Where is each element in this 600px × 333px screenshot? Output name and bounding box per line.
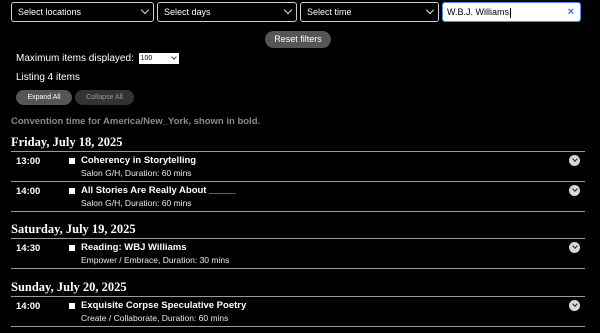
max-items-label: Maximum items displayed: xyxy=(16,53,134,65)
divider xyxy=(11,181,585,182)
item-time: 14:30 xyxy=(16,243,41,254)
chevron-down-icon xyxy=(170,54,177,60)
day-heading: Friday, July 18, 2025 xyxy=(11,135,123,149)
item-title[interactable]: All Stories Are Really About _____ xyxy=(81,185,236,196)
day-heading: Saturday, July 19, 2025 xyxy=(11,222,136,236)
item-time: 14:00 xyxy=(16,186,41,197)
max-items-value: 100 xyxy=(140,55,153,62)
collapse-all-button[interactable]: Collapse All xyxy=(75,90,134,105)
item-time: 13:00 xyxy=(16,156,41,167)
max-items-row: Maximum items displayed: 100 xyxy=(16,53,179,64)
divider xyxy=(11,296,585,297)
chevron-down-icon xyxy=(425,5,435,15)
filter-bar: Select locations Select days Select time… xyxy=(11,2,581,22)
days-select[interactable]: Select days xyxy=(157,2,297,22)
divider xyxy=(11,326,585,327)
reset-filters-button[interactable]: Reset filters xyxy=(265,31,331,48)
bookmark-checkbox[interactable] xyxy=(69,245,75,251)
clear-icon[interactable]: × xyxy=(568,3,574,21)
divider xyxy=(11,268,585,269)
text-cursor xyxy=(510,7,511,18)
item-location-duration: Empower / Embrace, Duration: 30 mins xyxy=(81,255,230,265)
divider xyxy=(11,211,585,212)
search-input-value: W.B.J. Williams xyxy=(447,7,509,17)
expand-chevron-icon[interactable] xyxy=(569,242,580,253)
item-title[interactable]: Reading: WBJ Williams xyxy=(81,242,186,253)
listing-count: Listing 4 items xyxy=(16,72,80,83)
expand-chevron-icon[interactable] xyxy=(569,300,580,311)
divider xyxy=(11,238,585,239)
locations-select[interactable]: Select locations xyxy=(11,2,154,22)
item-location-duration: Salon G/H, Duration: 60 mins xyxy=(81,198,192,208)
expand-chevron-icon[interactable] xyxy=(569,185,580,196)
days-select-label: Select days xyxy=(164,7,211,17)
max-items-select[interactable]: 100 xyxy=(138,53,179,64)
time-select[interactable]: Select time xyxy=(300,2,439,22)
bookmark-checkbox[interactable] xyxy=(69,158,75,164)
divider xyxy=(11,151,585,152)
item-location-duration: Salon G/H, Duration: 60 mins xyxy=(81,168,192,178)
expand-all-button[interactable]: Expand All xyxy=(16,90,72,105)
locations-select-label: Select locations xyxy=(18,7,82,17)
search-input[interactable]: W.B.J. Williams × xyxy=(442,2,581,22)
item-time: 14:00 xyxy=(16,301,41,312)
bookmark-checkbox[interactable] xyxy=(69,188,75,194)
bookmark-checkbox[interactable] xyxy=(69,303,75,309)
timezone-note: Convention time for America/New_York, sh… xyxy=(11,116,261,127)
item-title[interactable]: Coherency in Storytelling xyxy=(81,155,196,166)
item-title[interactable]: Exquisite Corpse Speculative Poetry xyxy=(81,300,246,311)
chevron-down-icon xyxy=(140,5,150,15)
item-location-duration: Create / Collaborate, Duration: 60 mins xyxy=(81,313,229,323)
time-select-label: Select time xyxy=(307,7,352,17)
day-heading: Sunday, July 20, 2025 xyxy=(11,280,127,294)
expand-chevron-icon[interactable] xyxy=(569,155,580,166)
chevron-down-icon xyxy=(283,5,293,15)
